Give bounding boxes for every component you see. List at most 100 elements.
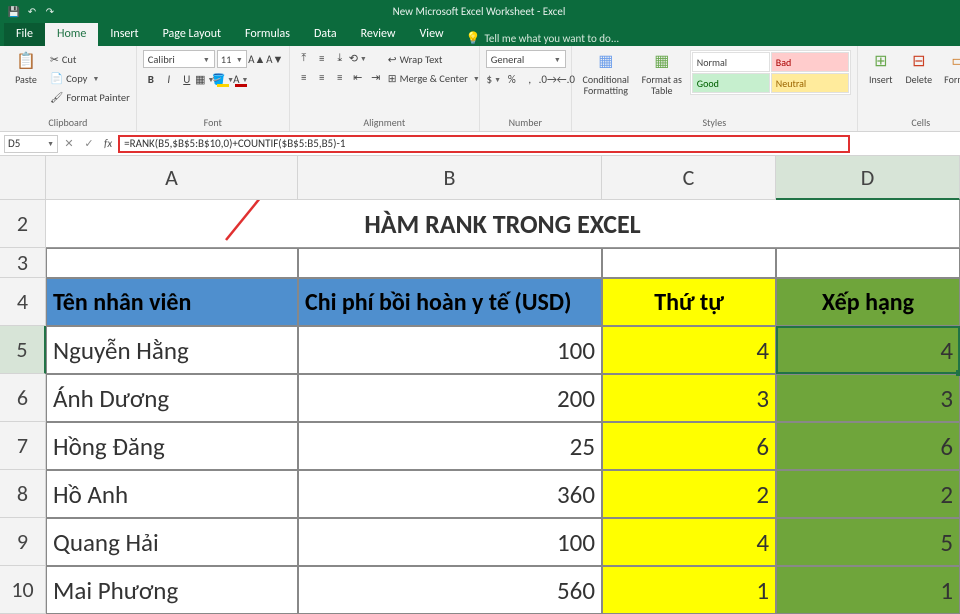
cell-c10[interactable]: 1 bbox=[602, 566, 776, 614]
font-name-select[interactable]: Calibri▼ bbox=[143, 50, 215, 68]
tab-review[interactable]: Review bbox=[349, 23, 408, 46]
orientation-button[interactable]: ⟲▼ bbox=[350, 50, 366, 66]
enter-formula-button[interactable]: ✓ bbox=[80, 135, 98, 153]
tab-page-layout[interactable]: Page Layout bbox=[151, 23, 233, 46]
cell-d5[interactable]: 4 bbox=[776, 326, 960, 374]
accounting-format-button[interactable]: $▼ bbox=[486, 71, 502, 87]
borders-button[interactable]: ▦▼ bbox=[197, 71, 213, 87]
cell-d4[interactable]: Xếp hạng bbox=[776, 278, 960, 326]
cell-a6[interactable]: Ánh Dương bbox=[46, 374, 298, 422]
cell-b9[interactable]: 100 bbox=[298, 518, 602, 566]
tab-formulas[interactable]: Formulas bbox=[233, 23, 302, 46]
cell-b5[interactable]: 100 bbox=[298, 326, 602, 374]
fx-icon[interactable]: fx bbox=[100, 137, 116, 150]
cell-d9[interactable]: 5 bbox=[776, 518, 960, 566]
row-header-9[interactable]: 9 bbox=[0, 518, 46, 566]
undo-icon[interactable]: ↶ bbox=[24, 3, 40, 19]
cell-c9[interactable]: 4 bbox=[602, 518, 776, 566]
align-bottom-button[interactable]: ⤓ bbox=[332, 50, 348, 66]
cell-d6[interactable]: 3 bbox=[776, 374, 960, 422]
row-header-4[interactable]: 4 bbox=[0, 278, 46, 326]
cell-c3[interactable] bbox=[602, 248, 776, 278]
cell-a5[interactable]: Nguyễn Hằng bbox=[46, 326, 298, 374]
cut-button[interactable]: ✂Cut bbox=[50, 50, 130, 68]
row-header-3[interactable]: 3 bbox=[0, 248, 46, 278]
row-header-6[interactable]: 6 bbox=[0, 374, 46, 422]
comma-button[interactable]: , bbox=[522, 71, 538, 87]
format-painter-button[interactable]: 🖌Format Painter bbox=[50, 88, 130, 106]
cell-title[interactable]: HÀM RANK TRONG EXCEL bbox=[46, 200, 960, 248]
cell-d10[interactable]: 1 bbox=[776, 566, 960, 614]
style-bad[interactable]: Bad bbox=[771, 52, 849, 72]
cell-d7[interactable]: 6 bbox=[776, 422, 960, 470]
font-size-select[interactable]: 11▼ bbox=[217, 50, 247, 68]
cell-styles-gallery[interactable]: Normal Bad Good Neutral bbox=[690, 50, 851, 95]
name-box[interactable]: D5▼ bbox=[4, 135, 58, 153]
cell-a9[interactable]: Quang Hải bbox=[46, 518, 298, 566]
cell-a4[interactable]: Tên nhân viên bbox=[46, 278, 298, 326]
cell-c5[interactable]: 4 bbox=[602, 326, 776, 374]
number-format-select[interactable]: General▼ bbox=[486, 50, 566, 68]
tab-insert[interactable]: Insert bbox=[98, 23, 150, 46]
format-as-table-button[interactable]: ▦ Format as Table bbox=[638, 50, 686, 98]
select-all-corner[interactable] bbox=[0, 156, 46, 200]
cell-b8[interactable]: 360 bbox=[298, 470, 602, 518]
insert-cells-button[interactable]: ⊞Insert bbox=[864, 50, 898, 87]
cell-a7[interactable]: Hồng Đăng bbox=[46, 422, 298, 470]
cell-c4[interactable]: Thứ tự bbox=[602, 278, 776, 326]
format-cells-button[interactable]: ▭Format bbox=[940, 50, 960, 87]
row-header-7[interactable]: 7 bbox=[0, 422, 46, 470]
cell-a10[interactable]: Mai Phương bbox=[46, 566, 298, 614]
col-header-c[interactable]: C bbox=[602, 156, 776, 200]
copy-button[interactable]: 📄Copy▼ bbox=[50, 69, 130, 87]
fill-color-button[interactable]: 🪣▼ bbox=[215, 71, 231, 87]
font-color-button[interactable]: A▼ bbox=[233, 71, 249, 87]
tab-home[interactable]: Home bbox=[45, 23, 98, 46]
cancel-formula-button[interactable]: ✕ bbox=[60, 135, 78, 153]
formula-input[interactable]: =RANK(B5,$B$5:B$10,0)+COUNTIF($B$5:B5,B5… bbox=[118, 135, 850, 153]
paste-button[interactable]: 📋 Paste bbox=[6, 50, 46, 87]
bold-button[interactable]: B bbox=[143, 71, 159, 87]
cell-b7[interactable]: 25 bbox=[298, 422, 602, 470]
style-normal[interactable]: Normal bbox=[692, 52, 770, 72]
row-header-2[interactable]: 2 bbox=[0, 200, 46, 248]
shrink-font-button[interactable]: A▼ bbox=[267, 51, 283, 67]
tab-data[interactable]: Data bbox=[302, 23, 349, 46]
style-good[interactable]: Good bbox=[692, 73, 770, 93]
align-left-button[interactable]: ≡ bbox=[296, 69, 312, 85]
cell-c6[interactable]: 3 bbox=[602, 374, 776, 422]
increase-indent-button[interactable]: ⇥ bbox=[368, 69, 384, 85]
align-right-button[interactable]: ≡ bbox=[332, 69, 348, 85]
underline-button[interactable]: U bbox=[179, 71, 195, 87]
delete-cells-button[interactable]: ⊟Delete bbox=[902, 50, 936, 87]
col-header-b[interactable]: B bbox=[298, 156, 602, 200]
cell-c7[interactable]: 6 bbox=[602, 422, 776, 470]
merge-center-button[interactable]: ⊞Merge & Center▼ bbox=[388, 69, 480, 87]
save-icon[interactable]: 💾 bbox=[6, 3, 22, 19]
cell-c8[interactable]: 2 bbox=[602, 470, 776, 518]
grow-font-button[interactable]: A▲ bbox=[249, 51, 265, 67]
cell-a3[interactable] bbox=[46, 248, 298, 278]
row-header-5[interactable]: 5 bbox=[0, 326, 46, 374]
cell-a8[interactable]: Hồ Anh bbox=[46, 470, 298, 518]
cell-b6[interactable]: 200 bbox=[298, 374, 602, 422]
redo-icon[interactable]: ↷ bbox=[42, 3, 58, 19]
col-header-a[interactable]: A bbox=[46, 156, 298, 200]
spreadsheet[interactable]: A B C D 2 HÀM RANK TRONG EXCEL 3 4 Tên n… bbox=[0, 156, 960, 614]
cell-d3[interactable] bbox=[776, 248, 960, 278]
tab-view[interactable]: View bbox=[408, 23, 456, 46]
conditional-formatting-button[interactable]: ▦ Conditional Formatting bbox=[578, 50, 634, 98]
row-header-10[interactable]: 10 bbox=[0, 566, 46, 614]
align-top-button[interactable]: ⤒ bbox=[296, 50, 312, 66]
decrease-indent-button[interactable]: ⇤ bbox=[350, 69, 366, 85]
align-middle-button[interactable]: ≡ bbox=[314, 50, 330, 66]
align-center-button[interactable]: ≡ bbox=[314, 69, 330, 85]
cell-b4[interactable]: Chi phí bồi hoàn y tế (USD) bbox=[298, 278, 602, 326]
cell-d8[interactable]: 2 bbox=[776, 470, 960, 518]
increase-decimal-button[interactable]: .0→ bbox=[540, 71, 556, 87]
col-header-d[interactable]: D bbox=[776, 156, 960, 200]
tell-me[interactable]: 💡 Tell me what you want to do... bbox=[466, 31, 620, 46]
cell-b3[interactable] bbox=[298, 248, 602, 278]
wrap-text-button[interactable]: ↩Wrap Text bbox=[388, 50, 480, 68]
row-header-8[interactable]: 8 bbox=[0, 470, 46, 518]
